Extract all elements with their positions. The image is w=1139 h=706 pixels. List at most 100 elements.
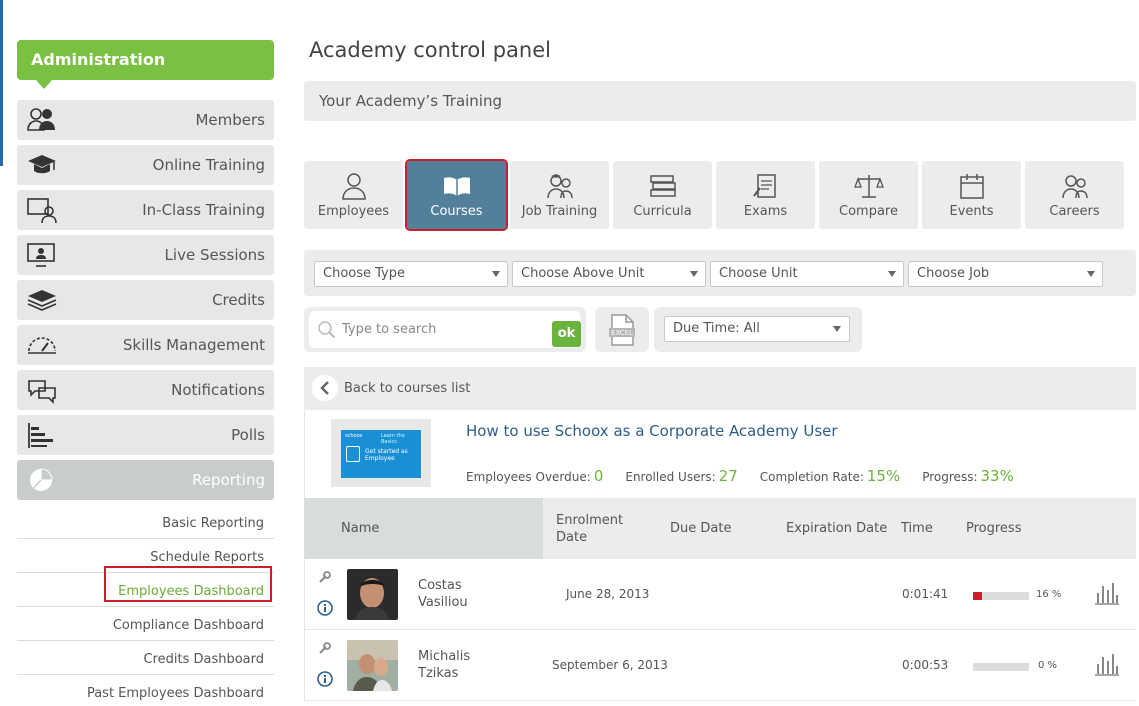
column-header-name[interactable]: Name xyxy=(341,521,379,536)
reporting-submenu: Basic Reporting Schedule Reports Employe… xyxy=(17,505,274,706)
sidebar-item-reporting[interactable]: Reporting xyxy=(17,460,274,500)
bar-chart-icon[interactable] xyxy=(1094,652,1120,676)
progress-fill xyxy=(973,592,982,600)
sidebar-item-label: Members xyxy=(195,111,265,129)
progress-percent: 16 % xyxy=(1036,589,1062,600)
first-name: Costas xyxy=(418,578,462,593)
name-column-header-bg xyxy=(304,498,543,559)
sidebar-item-in-class-training[interactable]: In-Class Training xyxy=(17,190,274,230)
type-select[interactable]: Choose Type xyxy=(314,261,508,287)
tab-job-training[interactable]: Job Training xyxy=(510,161,609,229)
info-icon[interactable] xyxy=(317,600,333,616)
chevron-down-icon xyxy=(833,326,841,332)
job-select-value: Choose Job xyxy=(917,266,990,281)
column-header-progress[interactable]: Progress xyxy=(966,521,1021,536)
table-row: Michalis Tzikas September 6, 2013 0:00:53… xyxy=(304,630,1136,701)
table-header: Name Enrolment Date Due Date Expiration … xyxy=(304,498,1136,559)
above-unit-select[interactable]: Choose Above Unit xyxy=(512,261,706,287)
excel-export-button[interactable]: EXCEL xyxy=(595,307,649,352)
tab-employees[interactable]: Employees xyxy=(304,161,403,229)
chevron-down-icon xyxy=(1087,271,1095,277)
submenu-past-employees-dashboard[interactable]: Past Employees Dashboard xyxy=(17,675,274,706)
employee-icon xyxy=(341,173,366,200)
time-spent: 0:00:53 xyxy=(902,658,949,672)
sidebar-item-credits[interactable]: Credits xyxy=(17,280,274,320)
thumbnail-brand: schoox xyxy=(345,433,363,439)
sidebar-item-online-training[interactable]: Online Training xyxy=(17,145,274,185)
scales-icon xyxy=(853,175,884,198)
info-icon[interactable] xyxy=(317,671,333,687)
tab-exams[interactable]: Exams xyxy=(716,161,815,229)
column-header-enrolment[interactable]: Enrolment xyxy=(556,513,623,528)
filter-bar: Choose Type Choose Above Unit Choose Uni… xyxy=(304,250,1136,296)
tab-careers[interactable]: Careers xyxy=(1025,161,1124,229)
sidebar-item-label: Notifications xyxy=(171,381,265,399)
wrench-icon[interactable] xyxy=(318,571,331,584)
live-session-icon xyxy=(27,243,55,267)
employee-name[interactable]: Michalis Tzikas xyxy=(418,648,470,682)
sidebar-item-members[interactable]: Members xyxy=(17,100,274,140)
employees-dashboard-highlight xyxy=(104,566,272,602)
due-time-select[interactable]: Due Time: All xyxy=(664,316,850,342)
person-icon xyxy=(346,446,360,462)
back-to-courses-link[interactable]: Back to courses list xyxy=(344,381,470,396)
reporting-icon xyxy=(30,468,53,491)
above-unit-select-value: Choose Above Unit xyxy=(521,266,645,281)
tab-compare[interactable]: Compare xyxy=(819,161,918,229)
last-name: Tzikas xyxy=(418,666,459,681)
search-ok-button[interactable]: ok xyxy=(552,321,581,347)
column-header-time[interactable]: Time xyxy=(901,521,933,536)
column-header-expiration-date[interactable]: Expiration Date xyxy=(786,521,887,536)
stat-label: Progress: xyxy=(922,470,978,484)
due-time-value: Due Time: All xyxy=(673,321,760,336)
employee-name[interactable]: Costas Vasiliou xyxy=(418,577,468,611)
type-select-value: Choose Type xyxy=(323,266,405,281)
thumbnail-tag: Learn the Basics xyxy=(381,433,405,445)
members-icon xyxy=(27,108,55,131)
tab-label: Courses xyxy=(430,204,483,219)
column-header-due-date[interactable]: Due Date xyxy=(670,521,731,536)
job-select[interactable]: Choose Job xyxy=(908,261,1103,287)
back-button[interactable] xyxy=(312,375,338,401)
sidebar-item-live-sessions[interactable]: Live Sessions xyxy=(17,235,274,275)
wrench-icon[interactable] xyxy=(318,642,331,655)
tab-curricula[interactable]: Curricula xyxy=(613,161,712,229)
avatar[interactable] xyxy=(347,569,398,620)
credits-icon xyxy=(27,290,57,311)
tab-label: Careers xyxy=(1049,204,1100,219)
stat-label: Enrolled Users: xyxy=(625,470,716,484)
polls-icon xyxy=(28,423,53,448)
tab-label: Compare xyxy=(839,204,898,219)
bar-chart-icon[interactable] xyxy=(1094,581,1120,605)
last-name: Vasiliou xyxy=(418,595,468,610)
submenu-credits-dashboard[interactable]: Credits Dashboard xyxy=(17,641,274,675)
sidebar-item-skills-management[interactable]: Skills Management xyxy=(17,325,274,365)
avatar[interactable] xyxy=(347,640,398,691)
tab-label: Exams xyxy=(743,204,788,219)
search-icon xyxy=(318,321,336,339)
tab-events[interactable]: Events xyxy=(922,161,1021,229)
column-header-enrolment-date[interactable]: Date xyxy=(556,530,587,545)
book-icon xyxy=(443,177,470,196)
tab-label: Curricula xyxy=(633,204,692,219)
chevron-left-icon xyxy=(320,381,329,395)
sidebar-item-label: Credits xyxy=(212,291,265,309)
submenu-basic-reporting[interactable]: Basic Reporting xyxy=(17,505,274,539)
submenu-compliance-dashboard[interactable]: Compliance Dashboard xyxy=(17,607,274,641)
stat-completion-rate: Completion Rate: 15% xyxy=(760,467,900,485)
sidebar-item-notifications[interactable]: Notifications xyxy=(17,370,274,410)
course-thumbnail[interactable]: schoox Learn the Basics Get started as E… xyxy=(331,419,431,487)
stat-employees-overdue: Employees Overdue: 0 xyxy=(466,467,603,485)
chevron-down-icon xyxy=(888,271,896,277)
unit-select[interactable]: Choose Unit xyxy=(710,261,904,287)
course-title[interactable]: How to use Schoox as a Corporate Academy… xyxy=(466,422,838,440)
tab-label: Employees xyxy=(317,204,390,219)
books-stack-icon xyxy=(649,175,676,197)
stat-label: Completion Rate: xyxy=(759,470,864,484)
table-row: Costas Vasiliou June 28, 2013 0:01:41 16 … xyxy=(304,559,1136,630)
search-input[interactable]: Type to search ok xyxy=(309,311,581,348)
sidebar-item-polls[interactable]: Polls xyxy=(17,415,274,455)
gauge-icon xyxy=(28,337,56,354)
section-title: Your Academy’s Training xyxy=(304,81,1136,121)
tab-courses[interactable]: Courses xyxy=(405,159,508,231)
